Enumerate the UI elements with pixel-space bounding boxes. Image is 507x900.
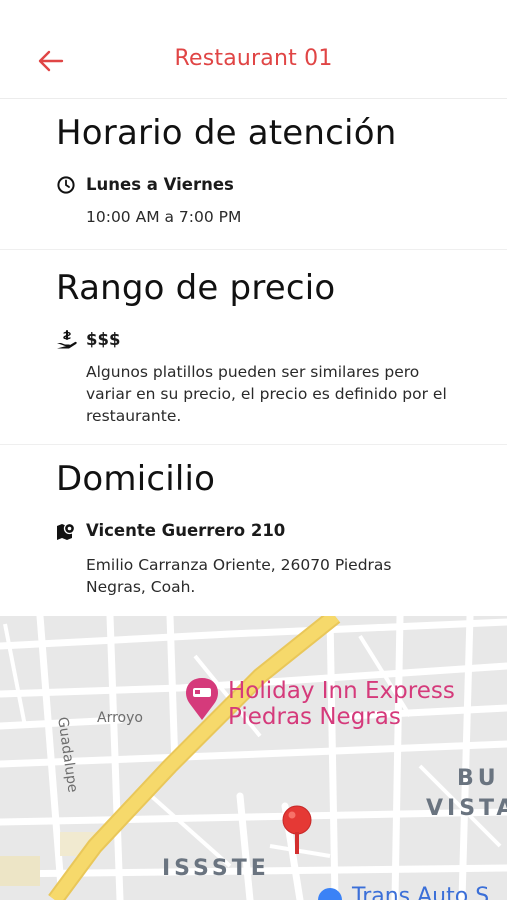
clock-icon	[56, 175, 76, 195]
price-note: Algunos platillos pueden ser similares p…	[86, 363, 447, 425]
address-title: Domicilio	[56, 459, 216, 499]
price-section: Rango de precio $$$ Algunos platillos pu…	[0, 250, 507, 445]
price-title: Rango de precio	[56, 268, 336, 308]
address-section: Domicilio Vicente Guerrero 210 Emilio Ca…	[0, 445, 507, 616]
map-street-arroyo: Arroyo	[97, 710, 143, 726]
top-app-bar: Restaurant 01	[0, 0, 507, 99]
address-street: Vicente Guerrero 210	[86, 521, 286, 540]
price-range: $$$	[86, 330, 121, 349]
hours-title: Horario de atención	[56, 113, 397, 153]
map-poi-line2: Piedras Negras	[228, 704, 401, 730]
hours-time: 10:00 AM a 7:00 PM	[86, 208, 242, 226]
hand-money-icon	[56, 330, 77, 350]
map-poi-line1: Holiday Inn Express	[228, 678, 455, 704]
map-district-bu: BU	[457, 766, 500, 791]
hours-section: Horario de atención Lunes a Viernes 10:0…	[0, 99, 507, 250]
map-marker-icon	[56, 521, 76, 541]
page-title: Restaurant 01	[174, 46, 333, 71]
map-poi-partial: Trans Auto S	[352, 884, 490, 900]
address-detail: Emilio Carranza Oriente, 26070 Piedras N…	[86, 556, 392, 596]
map-district-vista: VISTA	[426, 796, 507, 821]
location-map[interactable]: Holiday Inn Express Piedras Negras Arroy…	[0, 616, 507, 900]
hours-days: Lunes a Viernes	[86, 175, 234, 194]
map-district-issste: ISSSTE	[162, 856, 270, 881]
